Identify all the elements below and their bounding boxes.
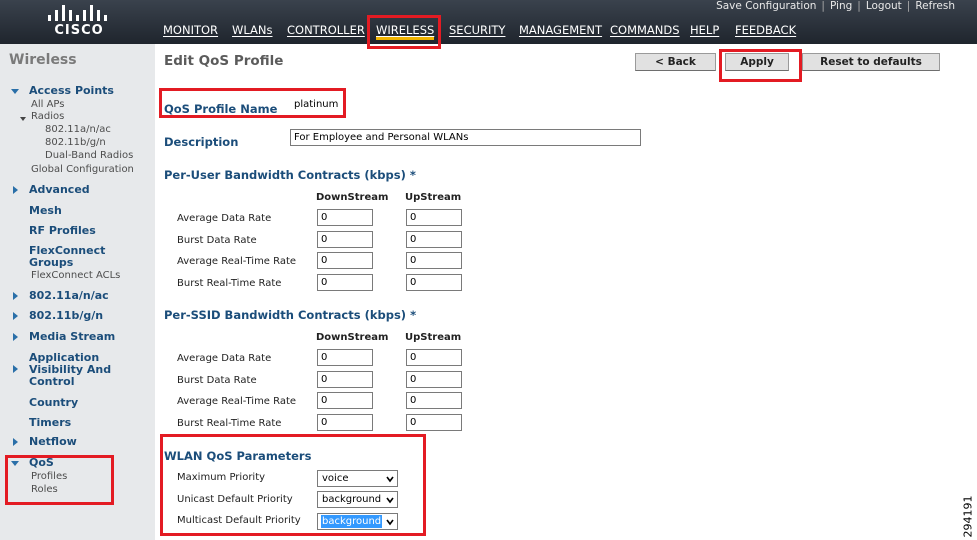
highlight-box-qos [5,455,114,505]
per-ssid-row-label: Burst Real-Time Rate [177,418,282,429]
per-user-row-label: Burst Data Rate [177,235,257,246]
nav-commands[interactable]: COMMANDS [610,23,680,37]
expand-right-icon[interactable] [13,292,18,300]
per-ssid-burst-data-down-input[interactable]: 0 [317,371,373,388]
per-ssid-burst-rt-down-input[interactable]: 0 [317,414,373,431]
back-button[interactable]: < Back [635,53,716,71]
per-user-downstream-header: DownStream [316,192,389,203]
sidebar-item-rf-profiles[interactable]: RF Profiles [29,225,96,237]
per-ssid-burst-data-up-input[interactable]: 0 [406,371,462,388]
main-content: Edit QoS Profile < Back Apply Reset to d… [155,44,977,540]
per-user-heading: Per-User Bandwidth Contracts (kbps) * [164,168,416,182]
per-ssid-upstream-header: UpStream [405,332,462,343]
sidebar-item-global-configuration[interactable]: Global Configuration [31,164,134,175]
refresh-link[interactable]: Refresh [915,0,955,12]
per-ssid-avg-data-up-input[interactable]: 0 [406,349,462,366]
reset-to-defaults-button[interactable]: Reset to defaults [802,53,940,71]
sidebar-item-dual-band[interactable]: Dual-Band Radios [45,150,133,161]
sidebar-item-avc[interactable]: Application Visibility And Control [29,352,111,388]
flexconnect-groups-line2: Groups [29,256,74,269]
sidebar-item-80211a[interactable]: 802.11a/n/ac [29,290,109,302]
sidebar-item-timers[interactable]: Timers [29,417,71,429]
per-user-burst-rt-down-input[interactable]: 0 [317,274,373,291]
cisco-logo: CISCO [48,3,110,39]
per-user-avg-data-down-input[interactable]: 0 [317,209,373,226]
highlight-box-wireless-tab [367,15,441,49]
expand-right-icon[interactable] [13,186,18,194]
cisco-wordmark: CISCO [54,23,104,38]
per-ssid-row-label: Average Real-Time Rate [177,396,297,407]
highlight-box-wlan-qos [160,434,426,536]
sidebar-item-80211b[interactable]: 802.11b/g/n [29,310,103,322]
expand-right-icon[interactable] [13,333,18,341]
page-title: Edit QoS Profile [164,53,284,69]
sidebar-item-advanced[interactable]: Advanced [29,184,90,196]
description-label: Description [164,135,239,149]
sidebar-item-netflow[interactable]: Netflow [29,436,77,448]
nav-controller[interactable]: CONTROLLER [287,23,365,37]
per-ssid-avg-rt-down-input[interactable]: 0 [317,392,373,409]
cisco-bars-icon [48,3,110,21]
expand-right-icon[interactable] [13,312,18,320]
highlight-box-profile-name [159,88,346,118]
nav-monitor[interactable]: MONITOR [163,23,218,37]
sidebar-item-flexconnect-groups[interactable]: FlexConnect Groups [29,245,105,269]
nav-security[interactable]: SECURITY [449,23,505,37]
avc-line3: Control [29,375,75,388]
sidebar-item-flexconnect-acls[interactable]: FlexConnect ACLs [31,270,120,281]
nav-management[interactable]: MANAGEMENT [519,23,602,37]
per-user-avg-rt-up-input[interactable]: 0 [406,252,462,269]
sidebar-item-access-points[interactable]: Access Points [29,85,114,97]
sidebar: Wireless Access Points All APs Radios 80… [0,44,155,540]
nav-help[interactable]: HELP [690,23,719,37]
per-user-row-label: Average Real-Time Rate [177,256,297,267]
sidebar-item-mesh[interactable]: Mesh [29,205,62,217]
per-ssid-downstream-header: DownStream [316,332,389,343]
sidebar-item-country[interactable]: Country [29,397,78,409]
per-user-avg-data-up-input[interactable]: 0 [406,209,462,226]
expand-right-icon[interactable] [13,438,18,446]
expand-down-icon[interactable] [11,89,19,94]
logout-link[interactable]: Logout [866,0,902,12]
sidebar-item-radio-a[interactable]: 802.11a/n/ac [45,124,111,135]
per-user-row-label: Average Data Rate [177,213,272,224]
utility-links: Save Configuration | Ping | Logout | Refresh [716,0,955,12]
per-user-burst-data-up-input[interactable]: 0 [406,231,462,248]
save-configuration-link[interactable]: Save Configuration [716,0,816,12]
per-ssid-row-label: Burst Data Rate [177,375,257,386]
top-header: CISCO Save Configuration | Ping | Logout | Ref… [0,0,977,44]
per-user-upstream-header: UpStream [405,192,462,203]
ping-link[interactable]: Ping [830,0,852,12]
per-user-avg-rt-down-input[interactable]: 0 [317,252,373,269]
expand-down-icon[interactable] [20,117,26,121]
description-input[interactable]: For Employee and Personal WLANs [290,129,641,146]
figure-number: 294191 [961,495,975,538]
nav-wlans[interactable]: WLANs [232,23,273,37]
sidebar-title: Wireless [9,52,77,68]
highlight-box-apply [719,49,802,82]
sidebar-item-all-aps[interactable]: All APs [31,99,64,110]
per-ssid-heading: Per-SSID Bandwidth Contracts (kbps) * [164,308,417,322]
per-ssid-avg-rt-up-input[interactable]: 0 [406,392,462,409]
expand-right-icon[interactable] [13,365,18,373]
per-user-burst-data-down-input[interactable]: 0 [317,231,373,248]
nav-feedback[interactable]: FEEDBACK [735,23,796,37]
per-ssid-row-label: Average Data Rate [177,353,272,364]
per-user-burst-rt-up-input[interactable]: 0 [406,274,462,291]
sidebar-item-media-stream[interactable]: Media Stream [29,331,115,343]
per-ssid-avg-data-down-input[interactable]: 0 [317,349,373,366]
sidebar-item-radio-b[interactable]: 802.11b/g/n [45,137,106,148]
per-user-row-label: Burst Real-Time Rate [177,278,282,289]
per-ssid-burst-rt-up-input[interactable]: 0 [406,414,462,431]
sidebar-item-radios: Radios [31,111,65,122]
